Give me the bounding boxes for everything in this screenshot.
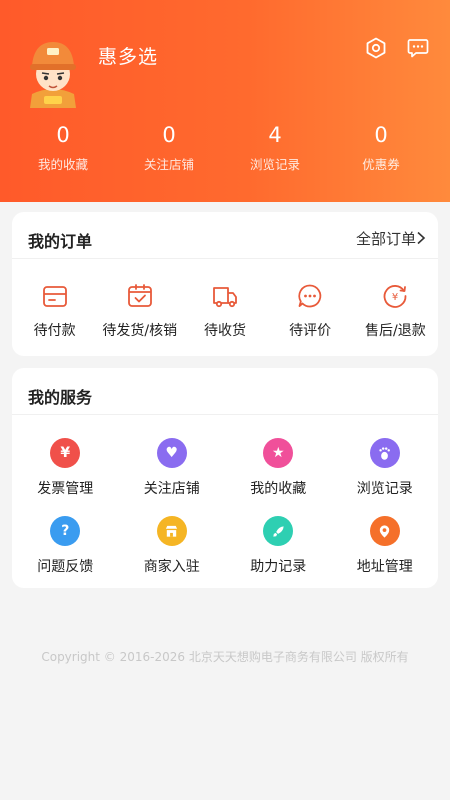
stat-value: 4 <box>268 123 282 147</box>
truck-icon <box>213 287 237 308</box>
stat-favorites[interactable]: 0 我的收藏 <box>10 122 116 173</box>
service-browse-history[interactable]: 浏览记录 <box>332 438 439 516</box>
service-label: 地址管理 <box>356 559 413 575</box>
username: 惠多选 <box>98 46 159 68</box>
service-feedback[interactable]: ? 问题反馈 <box>12 516 119 594</box>
rocket-icon <box>263 516 294 546</box>
location-icon <box>369 516 400 546</box>
order-status-row: 待付款 待发货/核销 待收货 待评价 ¥ 售后/退款 <box>12 280 438 340</box>
service-label: 发票管理 <box>37 481 94 497</box>
stat-label: 关注店铺 <box>143 157 194 172</box>
divider <box>12 414 438 415</box>
service-label: 商家入驻 <box>143 559 200 575</box>
footprint-icon <box>369 438 400 468</box>
comment-icon <box>298 284 322 308</box>
stats-row: 0 我的收藏 0 关注店铺 4 浏览记录 0 优惠券 <box>0 122 450 173</box>
service-label: 关注店铺 <box>143 481 200 497</box>
stat-label: 我的收藏 <box>37 157 88 172</box>
order-pending-receipt[interactable]: 待收货 <box>182 280 267 340</box>
order-pending-payment[interactable]: 待付款 <box>12 280 97 340</box>
services-grid: ¥ 发票管理 ♥ 关注店铺 ★ 我的收藏 浏览记录 ? 问题反馈 商家入驻 助力… <box>12 438 438 594</box>
stat-value: 0 <box>162 123 176 147</box>
divider <box>12 258 438 259</box>
copyright-text: Copyright © 2016-2026 北京天天想购电子商务有限公司 版权所… <box>41 650 409 664</box>
order-item-label: 待收货 <box>203 323 246 339</box>
box-check-icon <box>127 284 152 307</box>
service-label: 问题反馈 <box>37 559 94 575</box>
question-icon: ? <box>50 516 81 546</box>
order-item-label: 售后/退款 <box>364 323 426 339</box>
wallet-icon <box>42 286 67 307</box>
invoice-icon: ¥ <box>50 438 81 468</box>
stat-label: 优惠券 <box>362 157 400 172</box>
service-favorites[interactable]: ★ 我的收藏 <box>225 438 332 516</box>
service-address[interactable]: 地址管理 <box>332 516 439 594</box>
order-pending-review[interactable]: 待评价 <box>268 280 353 340</box>
star-icon: ★ <box>263 438 294 468</box>
heart-icon: ♥ <box>156 438 187 468</box>
services-title: 我的服务 <box>28 388 93 407</box>
service-followed-shops[interactable]: ♥ 关注店铺 <box>119 438 226 516</box>
stat-label: 浏览记录 <box>249 157 300 172</box>
svg-text:¥: ¥ <box>392 292 398 303</box>
firefighter-avatar-icon <box>30 42 76 108</box>
order-item-label: 待发货/核销 <box>102 323 178 339</box>
stat-followed-shops[interactable]: 0 关注店铺 <box>116 122 222 173</box>
service-merchant-join[interactable]: 商家入驻 <box>119 516 226 594</box>
avatar[interactable] <box>22 36 84 108</box>
services-card: 我的服务 ¥ 发票管理 ♥ 关注店铺 ★ 我的收藏 浏览记录 ? 问题反馈 商家… <box>12 368 438 588</box>
stat-coupons[interactable]: 0 优惠券 <box>328 122 434 173</box>
service-label: 我的收藏 <box>250 481 307 497</box>
chevron-right-icon[interactable] <box>416 231 426 245</box>
settings-hexagon-icon[interactable] <box>364 36 388 60</box>
profile-header: 惠多选 0 我的收藏 0 关注店铺 4 浏览记录 0 优惠券 <box>0 0 450 202</box>
service-label: 助力记录 <box>250 559 307 575</box>
order-pending-shipment[interactable]: 待发货/核销 <box>97 280 182 340</box>
orders-title: 我的订单 <box>28 232 93 251</box>
message-bubble-icon[interactable] <box>406 36 430 60</box>
service-invoice[interactable]: ¥ 发票管理 <box>12 438 119 516</box>
service-boost-records[interactable]: 助力记录 <box>225 516 332 594</box>
stat-value: 0 <box>374 123 388 147</box>
stat-browse-history[interactable]: 4 浏览记录 <box>222 122 328 173</box>
stat-value: 0 <box>56 123 70 147</box>
store-icon <box>156 516 187 546</box>
all-orders-link[interactable]: 全部订单 <box>356 228 416 249</box>
orders-card: 我的订单 全部订单 待付款 待发货/核销 待收货 待评价 ¥ 售后/退款 <box>12 212 438 356</box>
order-after-sales[interactable]: ¥ 售后/退款 <box>353 280 438 340</box>
order-item-label: 待评价 <box>289 323 332 339</box>
order-item-label: 待付款 <box>33 323 76 339</box>
refund-icon: ¥ <box>383 285 407 308</box>
service-label: 浏览记录 <box>356 481 413 497</box>
